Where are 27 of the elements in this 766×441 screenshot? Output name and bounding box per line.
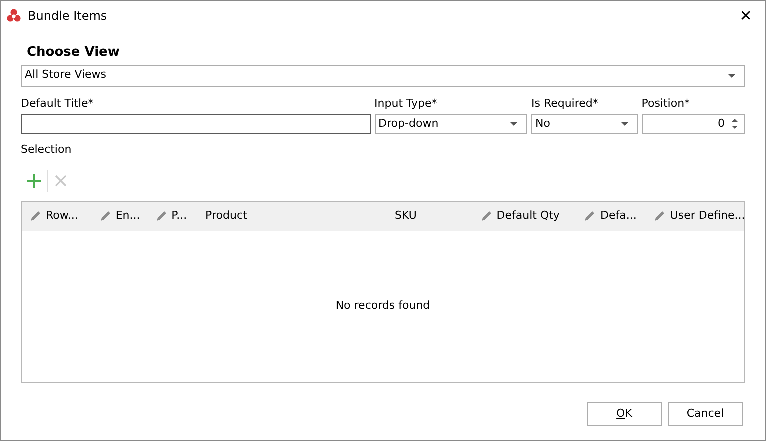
column-header[interactable]: Row... [46, 208, 78, 224]
title-field[interactable] [21, 114, 371, 134]
column-header[interactable]: P... [172, 208, 188, 224]
column-header[interactable]: Product [206, 208, 248, 224]
column-header[interactable]: SKU [395, 208, 417, 224]
section-label: Selection [21, 142, 73, 158]
column-header[interactable]: Defa... [600, 208, 637, 224]
plus-icon [26, 172, 42, 188]
empty-message: No records found [336, 298, 430, 314]
store-view-dropdown[interactable]: All Store Views [21, 64, 745, 86]
cancel-button[interactable]: Cancel [668, 402, 743, 426]
window-title: Bundle Items [28, 8, 108, 25]
field-label: Default Title* [21, 96, 95, 112]
cross-icon [54, 174, 68, 188]
close-button[interactable]: ✕ [731, 8, 761, 24]
app-logo-icon [6, 8, 22, 24]
column-header[interactable]: Default Qty [496, 208, 560, 224]
field-label: Is Required* [531, 96, 600, 112]
ok-button[interactable]: OK [587, 402, 662, 426]
field-label: Input Type* [374, 96, 438, 112]
field-label: Position* [642, 96, 692, 112]
dropdown-field[interactable]: No [531, 114, 638, 134]
column-header[interactable]: User Define... [670, 208, 744, 224]
column-header[interactable]: En... [116, 208, 140, 224]
number-spinner[interactable]: 0 [642, 114, 745, 134]
dropdown-field[interactable]: Drop-down [374, 114, 528, 134]
section-heading: Choose View [26, 44, 121, 62]
